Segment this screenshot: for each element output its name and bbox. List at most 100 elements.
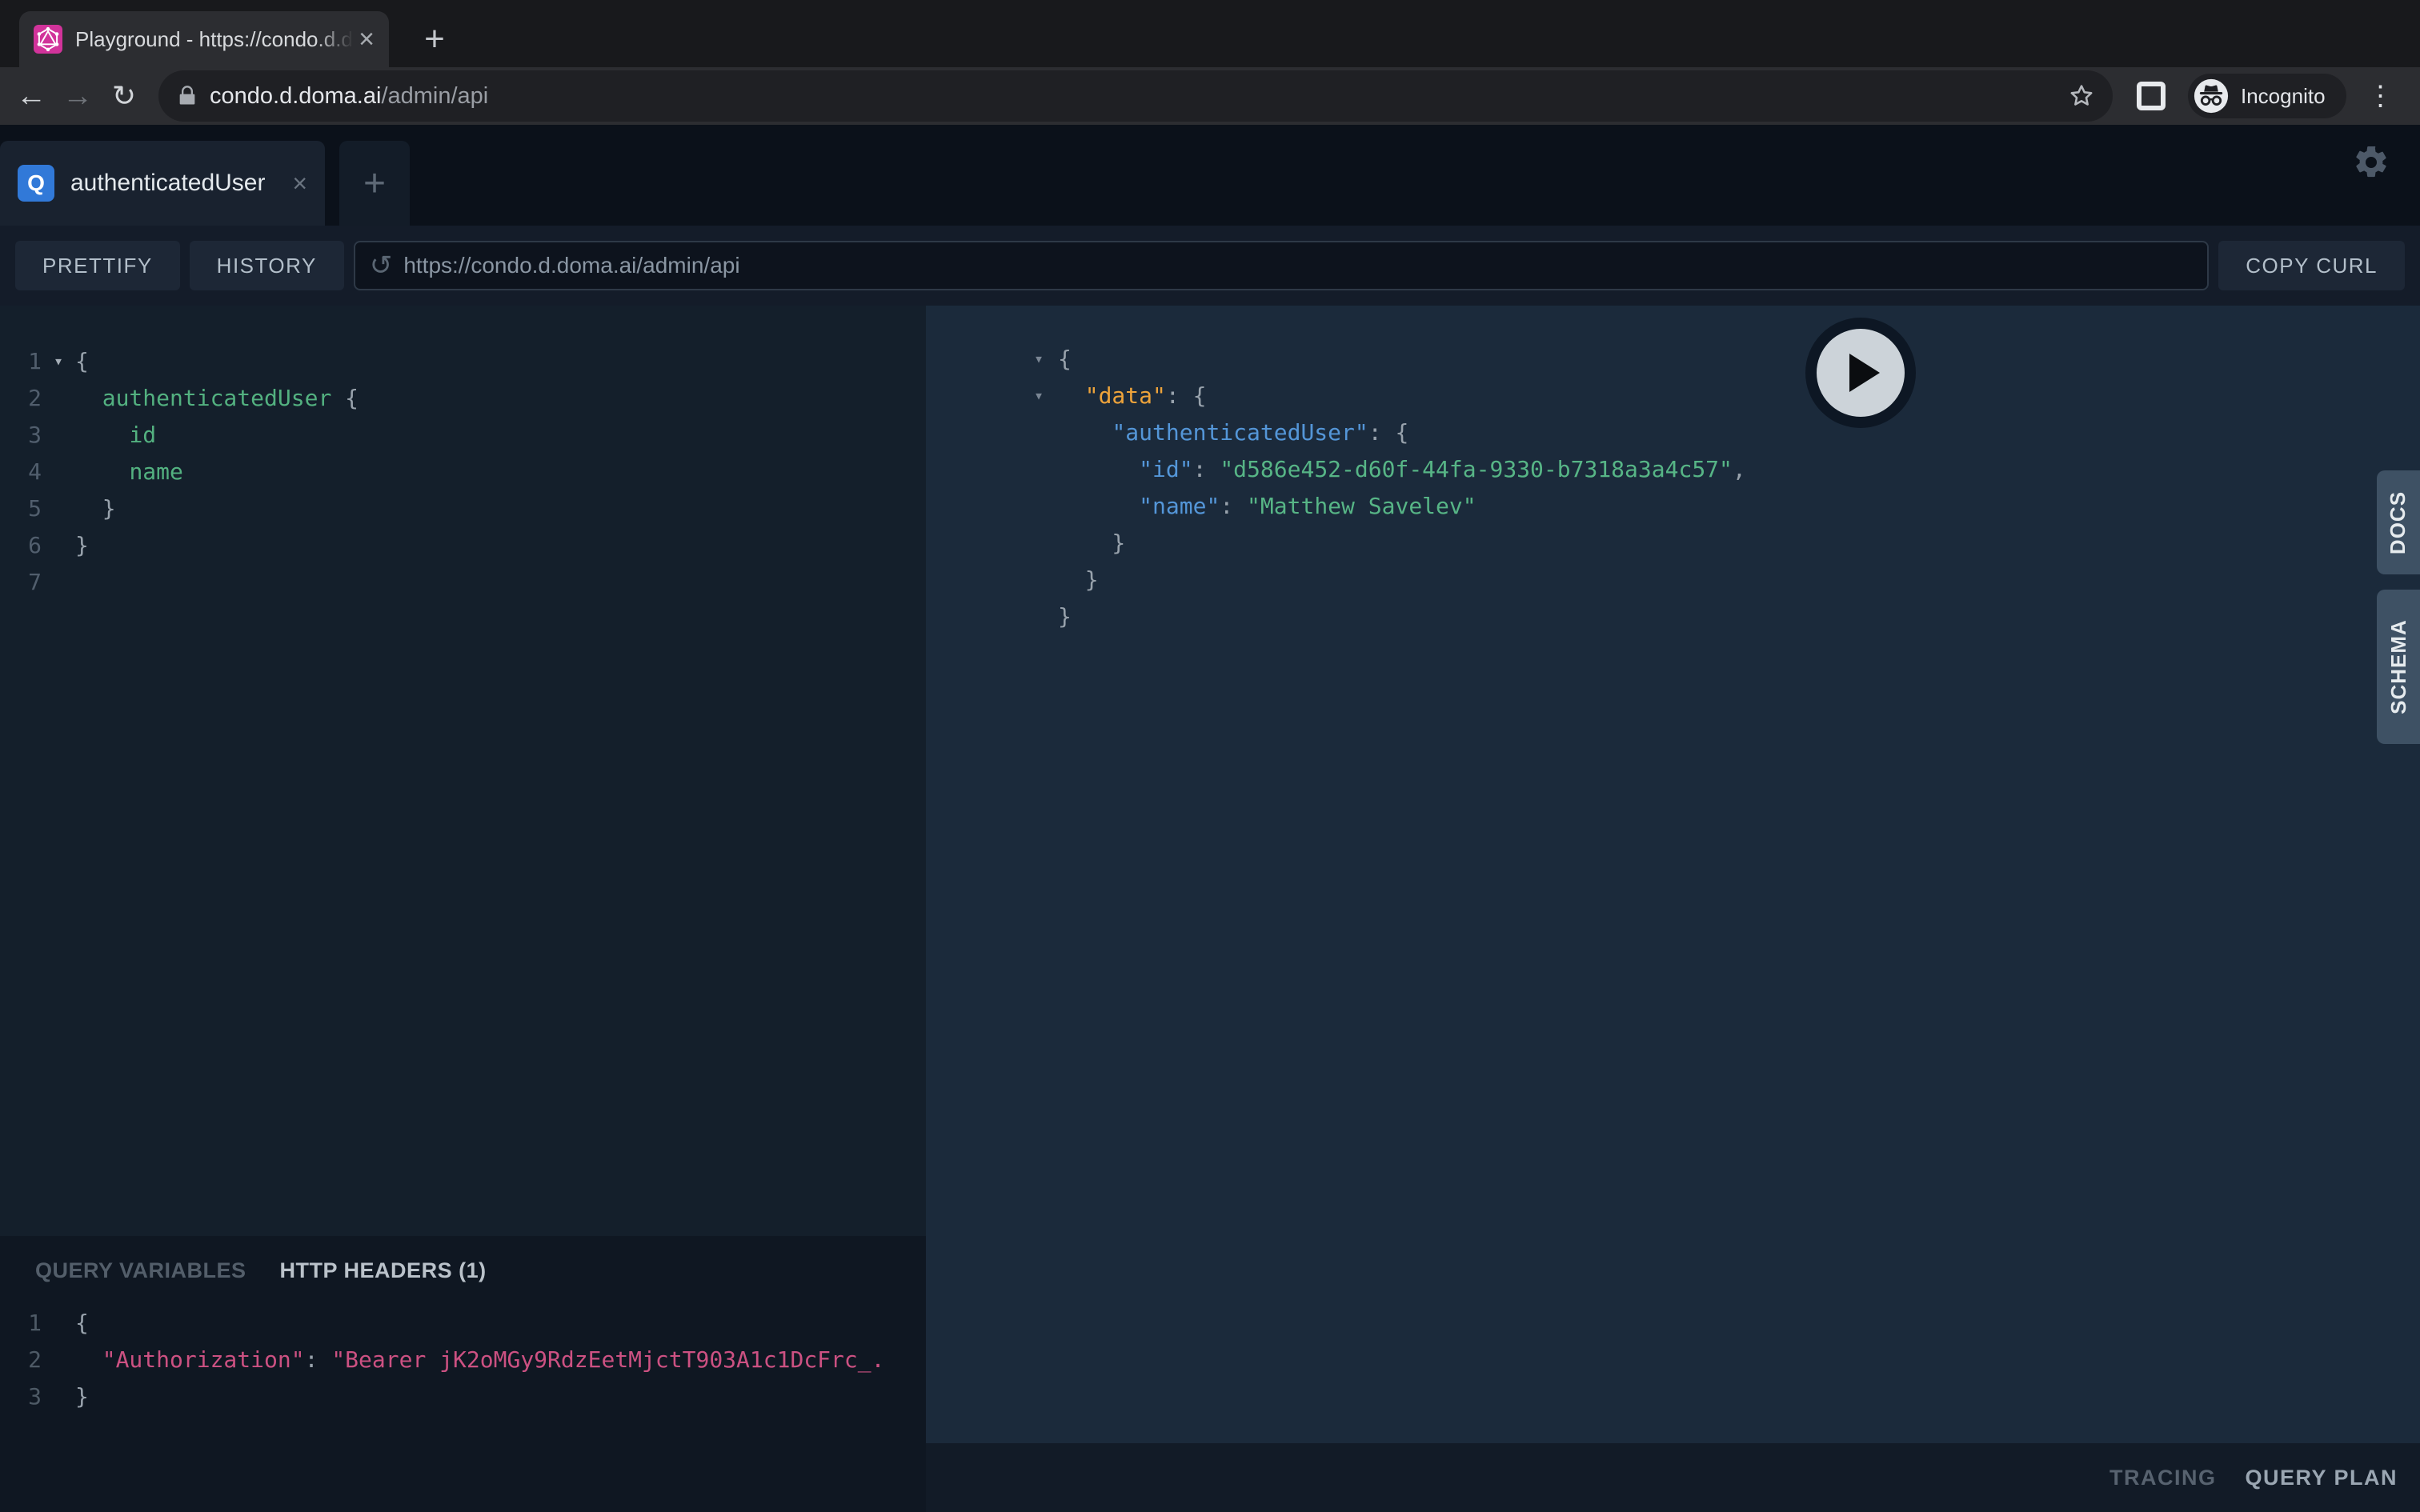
code-line: } (1034, 524, 2420, 561)
code-text: { (75, 1310, 89, 1336)
settings-gear-icon[interactable] (2352, 143, 2390, 182)
docs-side-tab[interactable]: DOCS (2377, 470, 2420, 574)
tab-http-headers[interactable]: HTTP HEADERS (1) (280, 1258, 487, 1283)
tab-close-icon[interactable]: × (359, 26, 375, 53)
prettify-button[interactable]: PRETTIFY (15, 241, 180, 290)
code-text: { (1058, 346, 1072, 372)
back-icon[interactable]: ← (8, 79, 54, 114)
variables-tabs: QUERY VARIABLES HTTP HEADERS (1) (0, 1236, 926, 1283)
tracing-toggle[interactable]: TRACING (2109, 1466, 2217, 1490)
execute-play-button[interactable] (1805, 318, 1916, 428)
address-bar[interactable]: condo.d.doma.ai/admin/api (158, 70, 2113, 122)
results-pane: ▾{▾ "data": { "authenticatedUser": { "id… (926, 306, 2420, 1512)
http-headers-editor[interactable]: 1{2 "Authorization": "Bearer jK2oMGy9Rdz… (0, 1304, 926, 1414)
new-session-button[interactable]: + (339, 141, 410, 226)
code-line: } (1034, 598, 2420, 634)
browser-tab[interactable]: Playground - https://condo.d.d × (19, 11, 389, 67)
code-text: } (75, 532, 89, 558)
code-line: 2 "Authorization": "Bearer jK2oMGy9RdzEe… (0, 1341, 926, 1378)
line-number: 5 (0, 495, 42, 522)
graphql-playground: Q authenticatedUser × + PRETTIFY HISTORY… (0, 125, 2420, 1512)
url-path: /admin/api (381, 83, 488, 109)
tab-query-variables[interactable]: QUERY VARIABLES (35, 1258, 246, 1283)
code-text: id (75, 422, 156, 448)
code-text: { (75, 348, 89, 374)
url-text: condo.d.doma.ai/admin/api (210, 83, 2068, 110)
line-number: 2 (0, 1346, 42, 1373)
code-text: "id": "d586e452-d60f-44fa-9330-b7318a3a4… (1058, 456, 1746, 482)
copy-curl-button[interactable]: COPY CURL (2218, 241, 2405, 290)
fold-arrow-icon[interactable]: ▾ (1034, 386, 1058, 405)
code-line: } (1034, 561, 2420, 598)
browser-toolbar: ← → ↻ condo.d.doma.ai/admin/api (0, 67, 2420, 125)
code-text: } (75, 495, 116, 522)
response-viewer: ▾{▾ "data": { "authenticatedUser": { "id… (926, 306, 2420, 1443)
code-line: 3 id (0, 416, 926, 453)
play-icon (1849, 354, 1880, 392)
forward-icon[interactable]: → (54, 79, 101, 114)
endpoint-history-icon: ↺ (370, 250, 393, 282)
code-text: } (1058, 603, 1072, 630)
code-line: 1▾{ (0, 342, 926, 379)
fold-arrow-icon[interactable]: ▾ (1034, 349, 1058, 368)
code-line: 5 } (0, 490, 926, 526)
line-number: 1 (0, 1310, 42, 1336)
lock-icon (176, 85, 198, 107)
schema-side-tab[interactable]: SCHEMA (2377, 590, 2420, 744)
code-line: ▾{ (1034, 340, 2420, 377)
incognito-badge: Incognito (2188, 74, 2346, 118)
line-number: 3 (0, 1383, 42, 1410)
incognito-label: Incognito (2241, 84, 2326, 109)
code-line: 6} (0, 526, 926, 563)
left-pane: 1▾{2 authenticatedUser {3 id4 name5 }6}7… (0, 306, 926, 1512)
history-button[interactable]: HISTORY (190, 241, 344, 290)
code-text: } (75, 1383, 89, 1410)
reload-icon[interactable]: ↻ (101, 79, 147, 113)
code-text: "authenticatedUser": { (1058, 419, 1408, 446)
side-panel-icon[interactable] (2137, 82, 2166, 110)
endpoint-input[interactable]: ↺ https://condo.d.doma.ai/admin/api (354, 241, 2209, 290)
line-number: 6 (0, 532, 42, 558)
session-tab-title: authenticatedUser (70, 170, 292, 197)
code-line: 3} (0, 1378, 926, 1414)
results-footer: TRACING QUERY PLAN (926, 1443, 2420, 1512)
code-line: 2 authenticatedUser { (0, 379, 926, 416)
incognito-icon (2193, 78, 2230, 114)
bookmark-star-icon[interactable] (2068, 82, 2095, 110)
code-text: authenticatedUser { (75, 385, 359, 411)
playground-controls: PRETTIFY HISTORY ↺ https://condo.d.doma.… (0, 226, 2420, 306)
code-line: 4 name (0, 453, 926, 490)
line-number: 1 (0, 348, 42, 374)
code-text: name (75, 458, 183, 485)
query-editor[interactable]: 1▾{2 authenticatedUser {3 id4 name5 }6}7 (0, 306, 926, 1236)
variables-pane: QUERY VARIABLES HTTP HEADERS (1) 1{2 "Au… (0, 1236, 926, 1512)
code-line: ▾ "data": { (1034, 377, 2420, 414)
line-number: 2 (0, 385, 42, 411)
code-line: "name": "Matthew Savelev" (1034, 487, 2420, 524)
code-line: 1{ (0, 1304, 926, 1341)
session-tab-bar: Q authenticatedUser × + (0, 125, 2420, 226)
fold-arrow-icon[interactable]: ▾ (42, 351, 75, 370)
code-line: 7 (0, 563, 926, 600)
code-text: } (1058, 566, 1099, 593)
code-text: } (1058, 530, 1125, 556)
browser-tabstrip: Playground - https://condo.d.d × + (0, 0, 2420, 67)
endpoint-url: https://condo.d.doma.ai/admin/api (403, 253, 739, 278)
code-text: "Authorization": "Bearer jK2oMGy9RdzEetM… (75, 1346, 884, 1373)
new-tab-button[interactable]: + (413, 18, 456, 61)
query-plan-toggle[interactable]: QUERY PLAN (2245, 1466, 2398, 1490)
code-line: "authenticatedUser": { (1034, 414, 2420, 450)
line-number: 7 (0, 569, 42, 595)
code-text: "name": "Matthew Savelev" (1058, 493, 1476, 519)
line-number: 4 (0, 458, 42, 485)
graphql-favicon-icon (34, 25, 62, 54)
url-host: condo.d.doma.ai (210, 83, 381, 109)
workspace: 1▾{2 authenticatedUser {3 id4 name5 }6}7… (0, 306, 2420, 1512)
session-close-icon[interactable]: × (292, 169, 307, 198)
code-line: "id": "d586e452-d60f-44fa-9330-b7318a3a4… (1034, 450, 2420, 487)
code-text: "data": { (1058, 382, 1206, 409)
line-number: 3 (0, 422, 42, 448)
session-tab-authenticateduser[interactable]: Q authenticatedUser × (0, 141, 325, 226)
browser-tab-title: Playground - https://condo.d.d (75, 27, 354, 52)
browser-menu-icon[interactable]: ⋮ (2367, 80, 2394, 112)
